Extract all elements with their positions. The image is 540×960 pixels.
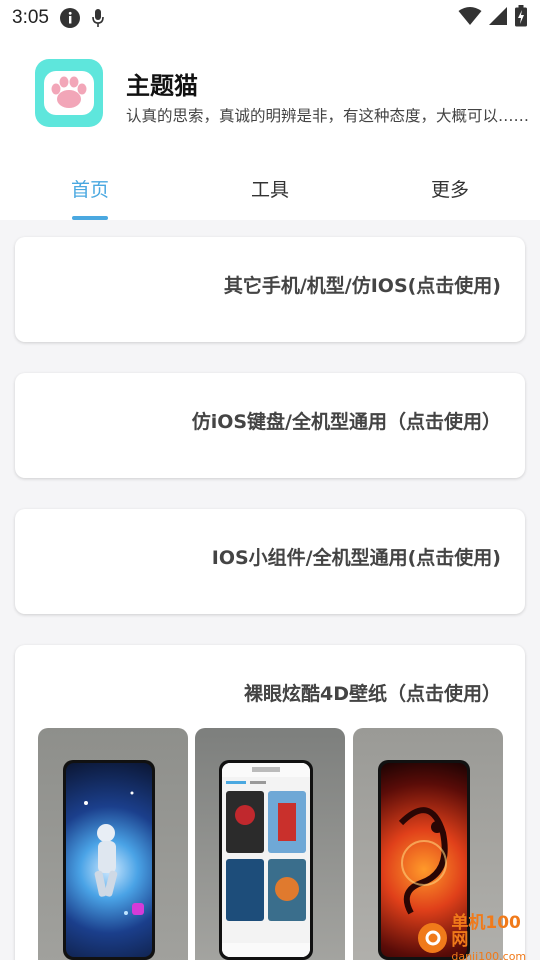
- ios-widget-card[interactable]: IOS小组件/全机型通用(点击使用): [15, 509, 525, 614]
- tab-more-label: 更多: [430, 179, 469, 201]
- app-title: 主题猫: [126, 72, 198, 100]
- tab-home[interactable]: 首页: [0, 166, 180, 220]
- cellular-signal-icon: [488, 6, 508, 30]
- watermark-main: 单机100网: [451, 912, 521, 950]
- card-label: 其它手机/机型/仿IOS(点击使用): [223, 275, 501, 297]
- tab-home-label: 首页: [70, 179, 109, 201]
- card-label: 仿iOS键盘/全机型通用（点击使用）: [191, 411, 501, 433]
- card-label: 裸眼炫酷4D壁纸（点击使用）: [244, 683, 501, 705]
- app-header: 主题猫 认真的思索，真诚的明辨是非，有这种态度，大概可以…… 首页 工具 更多: [0, 36, 540, 220]
- tab-tools[interactable]: 工具: [180, 166, 360, 220]
- status-bar: 3:05: [0, 0, 540, 36]
- tab-tools-label: 工具: [250, 179, 289, 201]
- tab-more[interactable]: 更多: [360, 166, 540, 220]
- battery-charging-icon: [514, 5, 528, 31]
- card-label: IOS小组件/全机型通用(点击使用): [211, 547, 501, 569]
- cat-paw-icon: [51, 76, 87, 108]
- app-motto: 认真的思索，真诚的明辨是非，有这种态度，大概可以……: [126, 107, 530, 125]
- site-watermark: 单机100网 danji100.com: [418, 912, 536, 960]
- tab-bar: 首页 工具 更多: [0, 166, 540, 220]
- tab-active-indicator: [72, 216, 108, 220]
- app-logo: [35, 59, 103, 127]
- microphone-icon: [91, 8, 105, 28]
- watermark-sub: danji100.com: [451, 949, 527, 960]
- wifi-icon: [458, 6, 482, 30]
- other-phones-ios-card[interactable]: 其它手机/机型/仿IOS(点击使用): [15, 237, 525, 342]
- wallpaper-app-screen-thumbnail[interactable]: [195, 728, 345, 960]
- info-icon: [59, 7, 81, 29]
- ios-keyboard-card[interactable]: 仿iOS键盘/全机型通用（点击使用）: [15, 373, 525, 478]
- astronaut-wallpaper-thumbnail[interactable]: [38, 728, 188, 960]
- 4d-wallpaper-card[interactable]: 裸眼炫酷4D壁纸（点击使用）: [15, 645, 525, 960]
- watermark-logo-icon: [418, 923, 448, 953]
- status-time: 3:05: [12, 7, 49, 28]
